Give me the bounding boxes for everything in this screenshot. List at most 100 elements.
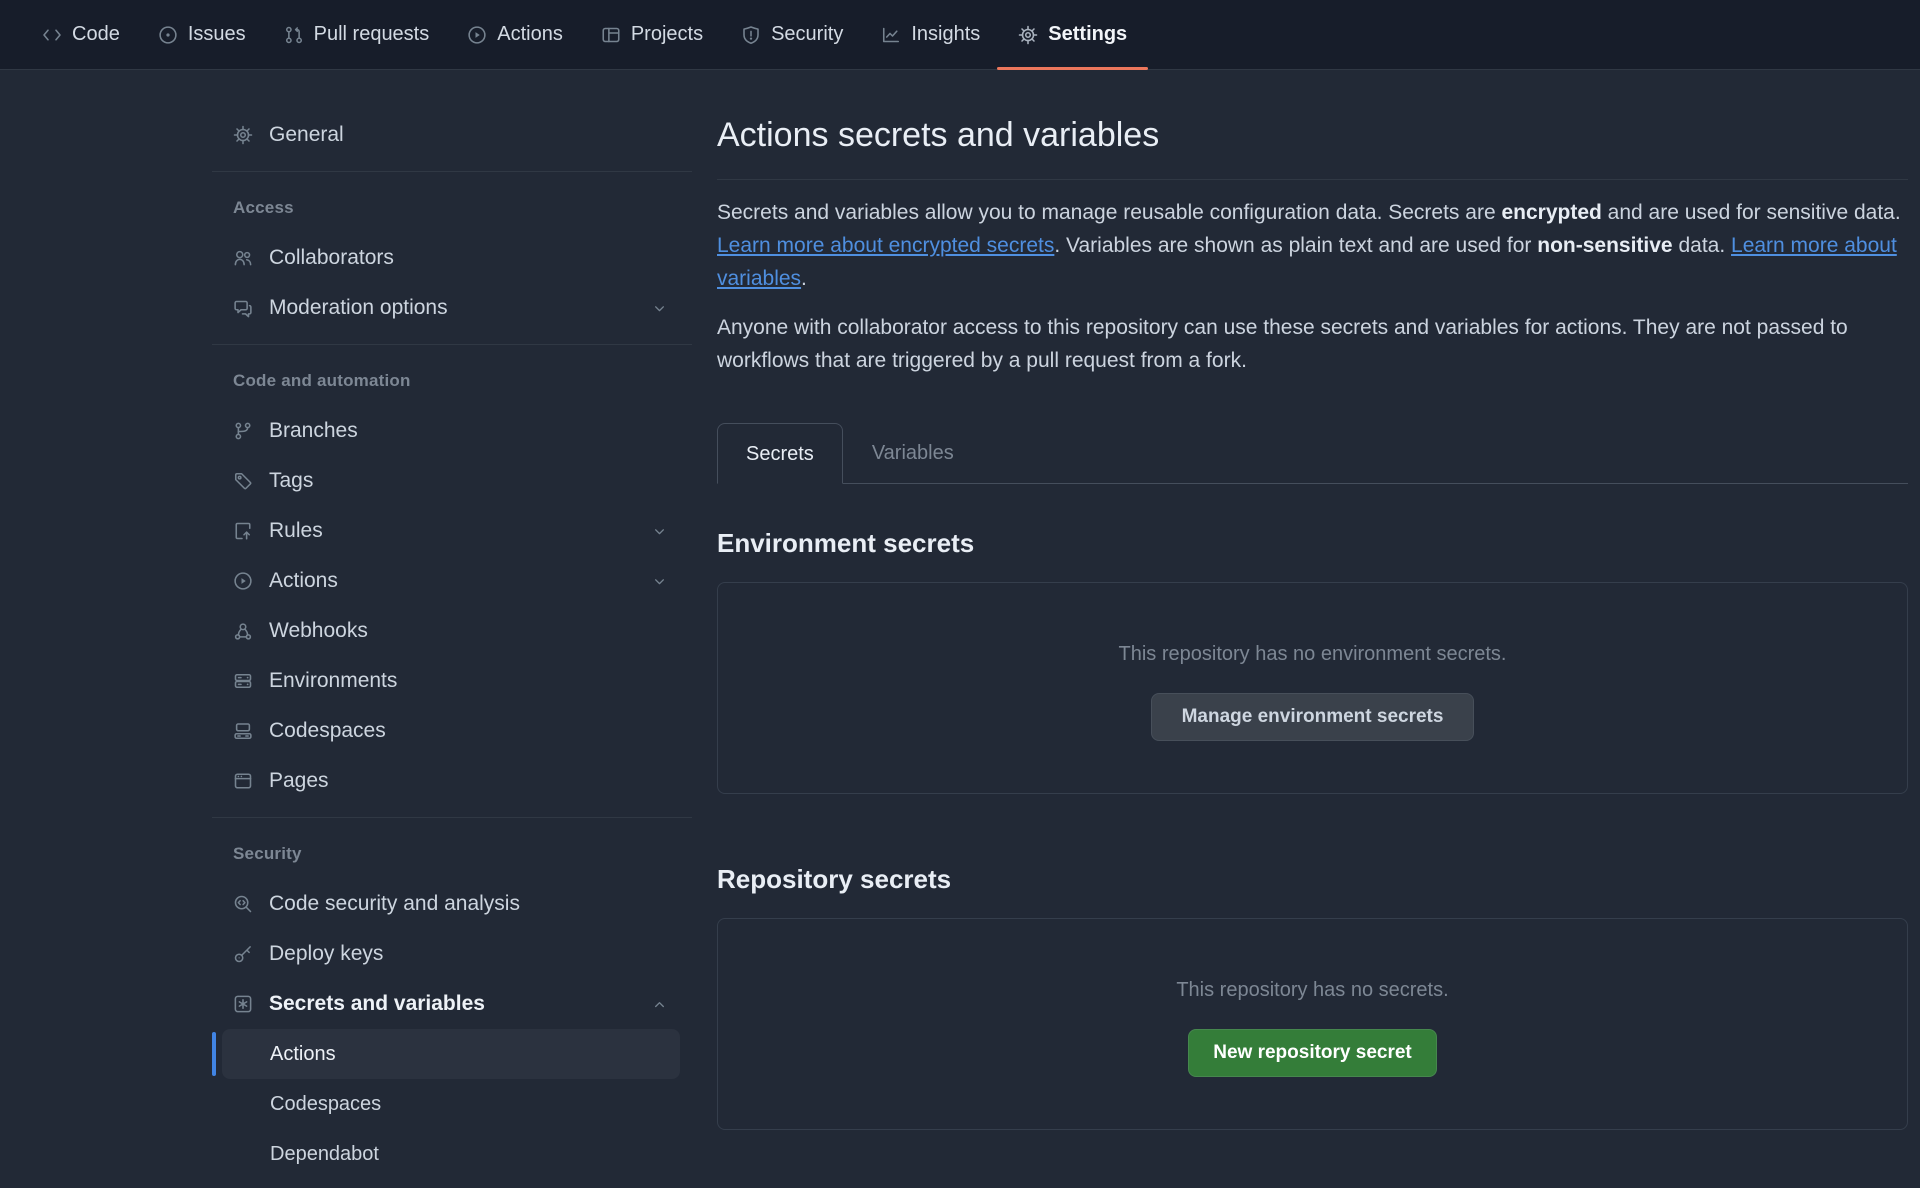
key-asterisk-icon [233, 994, 253, 1014]
sidebar-item-moderation-options[interactable]: Moderation options [222, 283, 680, 333]
intro-text: and are used for sensitive data. [1602, 201, 1901, 224]
sidebar-item-label: Rules [269, 519, 323, 543]
graph-icon [881, 25, 901, 45]
key-icon [233, 944, 253, 964]
sidebar-item-label: Collaborators [269, 246, 394, 270]
gear-icon [1018, 25, 1038, 45]
nav-tab-security[interactable]: Security [726, 0, 858, 69]
page-title: Actions secrets and variables [717, 116, 1908, 155]
nav-tab-label: Pull requests [314, 23, 430, 46]
pull-request-icon [284, 25, 304, 45]
environment-secrets-empty-message: This repository has no environment secre… [718, 641, 1907, 667]
nav-tab-label: Security [771, 23, 843, 46]
nav-tab-code[interactable]: Code [27, 0, 135, 69]
chevron-down-icon [651, 573, 668, 590]
intro-text: data. [1673, 234, 1731, 257]
people-icon [233, 248, 253, 268]
sidebar-item-pages[interactable]: Pages [222, 756, 680, 806]
sidebar-divider [212, 171, 692, 172]
sidebar-item-label: Moderation options [269, 296, 448, 320]
sidebar-section-access: Access [212, 183, 692, 233]
sidebar-item-rules[interactable]: Rules [222, 506, 680, 556]
nav-tab-issues[interactable]: Issues [143, 0, 261, 69]
repo-nav: Code Issues Pull requests Actions Projects Se… [0, 0, 1920, 70]
code-scan-icon [233, 894, 253, 914]
environment-secrets-heading: Environment secrets [717, 528, 1908, 559]
nav-tab-label: Projects [631, 23, 703, 46]
settings-layout: General Access Collaborators Moderation opt… [0, 70, 1920, 1179]
nav-tab-projects[interactable]: Projects [586, 0, 718, 69]
github-settings-page: { "nav": { "items": [ {"label": "Code", … [0, 0, 1920, 1188]
nav-tab-insights[interactable]: Insights [866, 0, 995, 69]
sidebar-item-webhooks[interactable]: Webhooks [222, 606, 680, 656]
secrets-variables-tabs: SecretsVariables [717, 423, 1908, 484]
tab-secrets[interactable]: Secrets [717, 423, 843, 484]
nav-tab-label: Issues [188, 23, 246, 46]
intro-text: Secrets and variables allow you to manag… [717, 201, 1501, 224]
chevron-up-icon [651, 996, 668, 1013]
table-icon [601, 25, 621, 45]
sidebar-item-label: Environments [269, 669, 397, 693]
sidebar-item-label: Codespaces [270, 1093, 381, 1116]
sidebar-item-actions[interactable]: Actions [222, 556, 680, 606]
sidebar-item-secrets-and-variables[interactable]: Secrets and variables [222, 979, 680, 1029]
issue-icon [158, 25, 178, 45]
sidebar-item-dependabot[interactable]: Dependabot [222, 1129, 680, 1179]
sidebar-item-label: General [269, 123, 344, 147]
sidebar-item-codespaces[interactable]: Codespaces [222, 1079, 680, 1129]
sidebar-item-label: Codespaces [269, 719, 386, 743]
nav-tab-settings[interactable]: Settings [1003, 0, 1142, 69]
secrets-sections: Environment secrets This repository has n… [717, 528, 1908, 1130]
settings-content: Actions secrets and variables Secrets an… [717, 70, 1908, 1130]
code-icon [42, 25, 62, 45]
sidebar-item-label: Webhooks [269, 619, 368, 643]
manage-environment-secrets-button[interactable]: Manage environment secrets [1151, 693, 1475, 741]
sidebar-divider [212, 344, 692, 345]
shield-icon [741, 25, 761, 45]
sidebar-item-deploy-keys[interactable]: Deploy keys [222, 929, 680, 979]
play-icon [233, 571, 253, 591]
title-divider [717, 179, 1908, 180]
intro-paragraph: Secrets and variables allow you to manag… [717, 196, 1908, 295]
new-repository-secret-button[interactable]: New repository secret [1188, 1029, 1437, 1077]
repository-secrets-heading: Repository secrets [717, 864, 1908, 895]
codespaces-icon [233, 721, 253, 741]
sidebar-section-label: Code and automation [233, 371, 411, 391]
chevron-down-icon [651, 300, 668, 317]
gear-icon [233, 125, 253, 145]
sidebar-item-label: Pages [269, 769, 329, 793]
sidebar-section-security: Security [212, 829, 692, 879]
chevron-down-icon [651, 523, 668, 540]
sidebar-item-codespaces[interactable]: Codespaces [222, 706, 680, 756]
nav-tab-label: Insights [911, 23, 980, 46]
sidebar-section-label: Access [233, 198, 294, 218]
branch-icon [233, 421, 253, 441]
sidebar-item-branches[interactable]: Branches [222, 406, 680, 456]
sidebar-item-label: Dependabot [270, 1143, 379, 1166]
repo-nav-items: Code Issues Pull requests Actions Projects Se… [23, 0, 1146, 69]
tab-variables[interactable]: Variables [843, 423, 983, 483]
sidebar-item-label: Branches [269, 419, 358, 443]
sidebar-item-general[interactable]: General [222, 110, 680, 160]
browser-icon [233, 771, 253, 791]
sidebar-item-code-security-and-analysis[interactable]: Code security and analysis [222, 879, 680, 929]
settings-sidebar: General Access Collaborators Moderation opt… [212, 70, 692, 1179]
emphasis-text: non-sensitive [1537, 234, 1672, 257]
environment-secrets-box: This repository has no environment secre… [717, 582, 1908, 794]
play-icon [467, 25, 487, 45]
repository-secrets-empty-message: This repository has no secrets. [718, 977, 1907, 1003]
sidebar-item-tags[interactable]: Tags [222, 456, 680, 506]
intro-text: . [801, 267, 807, 290]
learn-more-about-encrypted-secrets-link[interactable]: Learn more about encrypted secrets [717, 234, 1054, 257]
sidebar-section-code-and-automation: Code and automation [212, 356, 692, 406]
sidebar-item-environments[interactable]: Environments [222, 656, 680, 706]
sidebar-item-actions[interactable]: Actions [222, 1029, 680, 1079]
emphasis-text: encrypted [1501, 201, 1601, 224]
rules-icon [233, 521, 253, 541]
nav-tab-label: Settings [1048, 23, 1127, 46]
nav-tab-pull-requests[interactable]: Pull requests [269, 0, 445, 69]
sidebar-item-collaborators[interactable]: Collaborators [222, 233, 680, 283]
webhook-icon [233, 621, 253, 641]
server-icon [233, 671, 253, 691]
nav-tab-actions[interactable]: Actions [452, 0, 578, 69]
